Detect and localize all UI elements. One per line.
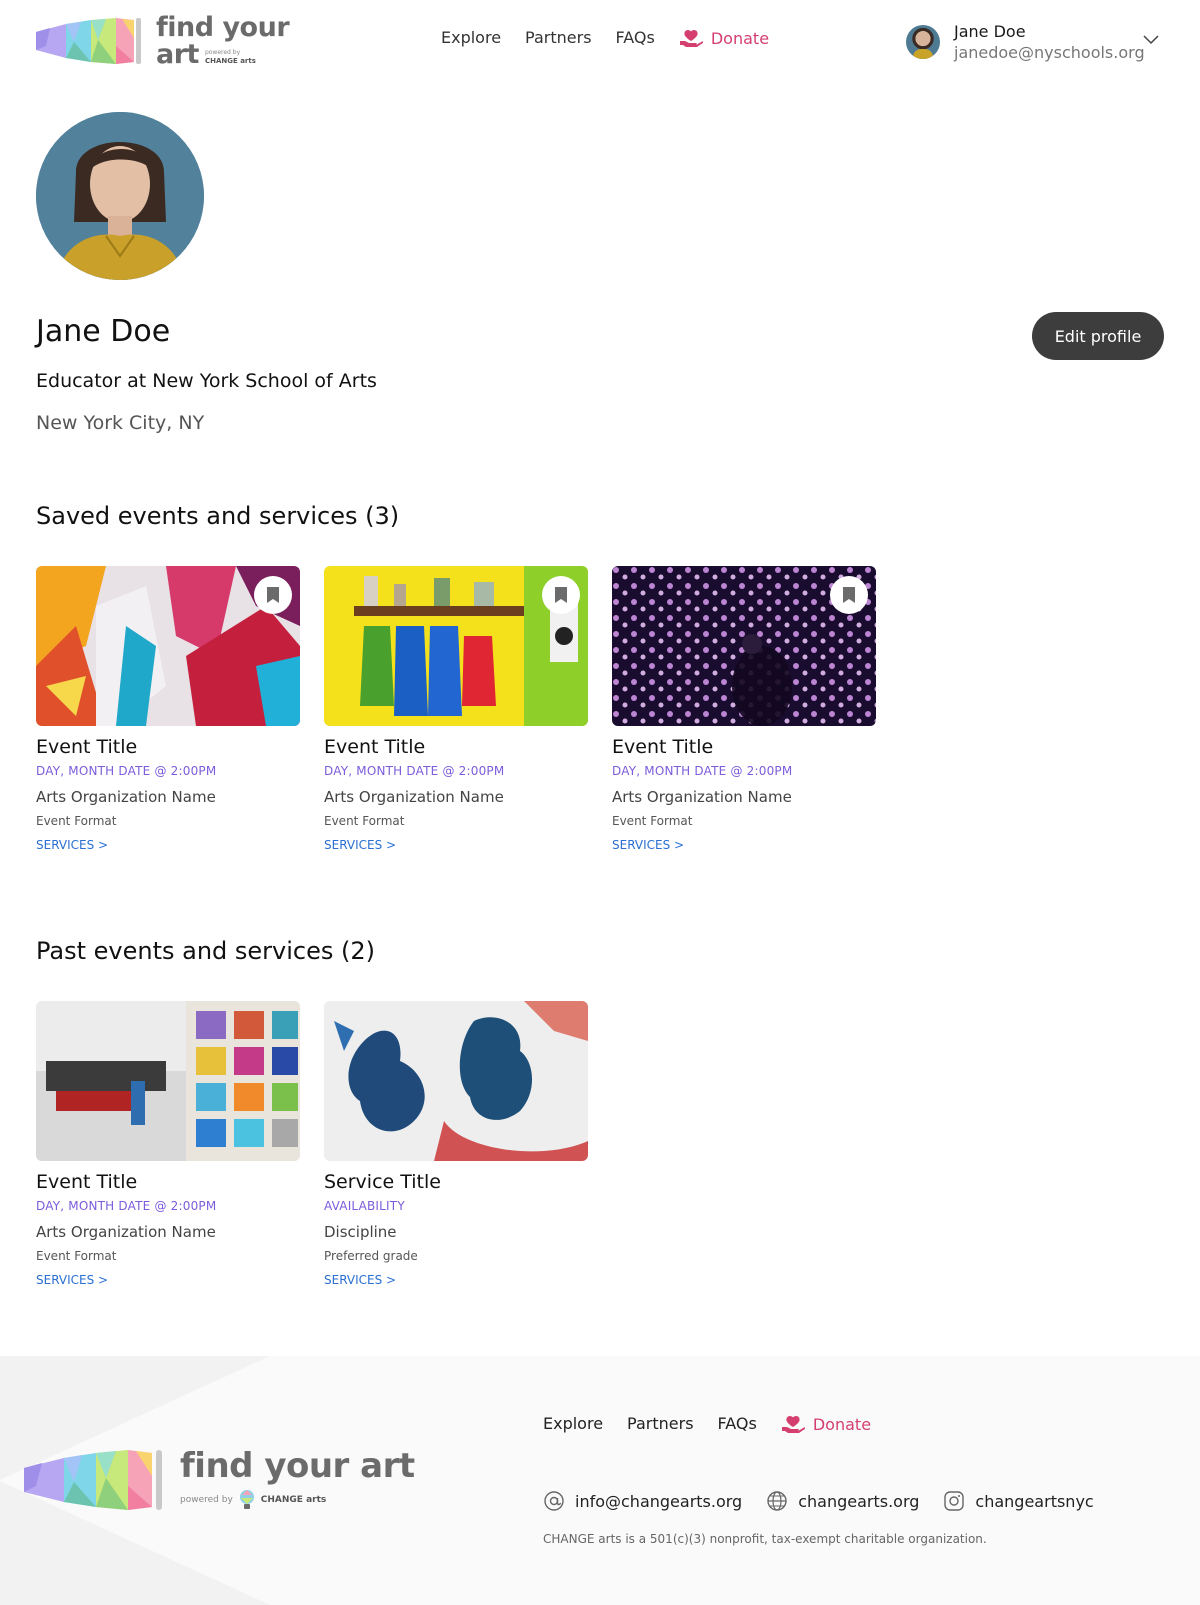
card-services-link[interactable]: SERVICES > (36, 1273, 300, 1287)
at-sign-icon (544, 1491, 564, 1511)
card-format: Event Format (36, 1249, 117, 1263)
past-card-1[interactable]: Event Title DAY, MONTH DATE @ 2:00PM Art… (36, 1001, 300, 1287)
globe-icon (767, 1491, 787, 1511)
nav-partners[interactable]: Partners (525, 28, 591, 48)
service-image (324, 1001, 588, 1161)
paintbrush-logo-icon (36, 18, 141, 64)
bookmark-button[interactable] (542, 576, 580, 614)
card-date: DAY, MONTH DATE @ 2:00PM (36, 764, 217, 778)
saved-card-3[interactable]: Event Title DAY, MONTH DATE @ 2:00PM Art… (612, 566, 876, 852)
find-your-art-logo[interactable]: find your art powered by CHANGE arts (36, 12, 290, 70)
heart-hand-icon (781, 1416, 805, 1433)
card-services-link[interactable]: SERVICES > (324, 1273, 588, 1287)
footer-nav-partners[interactable]: Partners (627, 1414, 693, 1434)
card-org: Arts Organization Name (36, 1223, 216, 1241)
profile-location: New York City, NY (36, 412, 205, 434)
logo-line1: find your (156, 12, 290, 43)
footer-contacts: info@changearts.org changearts.org chang… (543, 1490, 1094, 1512)
card-title[interactable]: Event Title (36, 1171, 300, 1193)
saved-section-title: Saved events and services (3) (36, 502, 400, 530)
edit-profile-button[interactable]: Edit profile (1032, 312, 1164, 360)
footer-nav: Explore Partners FAQs Donate (543, 1414, 871, 1434)
event-image (36, 1001, 300, 1161)
card-org: Arts Organization Name (36, 788, 216, 806)
footer-nonprofit-note: CHANGE arts is a 501(c)(3) nonprofit, ta… (543, 1532, 987, 1546)
card-date: DAY, MONTH DATE @ 2:00PM (36, 1199, 217, 1213)
card-services-link[interactable]: SERVICES > (324, 838, 588, 852)
heart-hand-icon (679, 30, 703, 47)
footer-logo[interactable]: find your art powered by CHANGE arts (24, 1448, 415, 1512)
user-menu[interactable]: Jane Doe janedoe@nyschools.org (906, 22, 1159, 62)
card-preferred-grade: Preferred grade (324, 1249, 418, 1263)
footer-brand: CHANGE arts (260, 1495, 327, 1505)
footer-instagram: changeartsnyc (975, 1491, 1094, 1511)
past-section-title: Past events and services (2) (36, 937, 376, 965)
nav-faqs[interactable]: FAQs (616, 28, 655, 48)
saved-card-2[interactable]: Event Title DAY, MONTH DATE @ 2:00PM Art… (324, 566, 588, 852)
lightbulb-icon (239, 1490, 254, 1509)
logo-brand-text: CHANGE arts (204, 56, 256, 65)
bookmark-icon (843, 587, 855, 603)
card-availability: AVAILABILITY (324, 1199, 405, 1213)
footer-instagram-link[interactable]: changeartsnyc (943, 1490, 1094, 1512)
logo-powered-by: powered by CHANGE arts (205, 49, 256, 65)
site-header: find your art powered by CHANGE arts Exp… (0, 0, 1200, 80)
footer-nav-donate[interactable]: Donate (781, 1414, 871, 1434)
event-image (324, 566, 588, 726)
footer-logo-text: find your art (180, 1446, 415, 1486)
bookmark-button[interactable] (830, 576, 868, 614)
card-services-link[interactable]: SERVICES > (36, 838, 300, 852)
instagram-icon (944, 1491, 965, 1511)
card-date: DAY, MONTH DATE @ 2:00PM (612, 764, 793, 778)
card-date: DAY, MONTH DATE @ 2:00PM (324, 764, 505, 778)
nav-donate-label: Donate (710, 28, 770, 48)
past-card-2[interactable]: Service Title AVAILABILITY Discipline Pr… (324, 1001, 588, 1287)
profile-role: Educator at New York School of Arts (36, 370, 377, 392)
card-format: Event Format (36, 814, 117, 828)
card-title[interactable]: Event Title (612, 736, 876, 758)
event-image (36, 566, 300, 726)
footer-email: info@changearts.org (575, 1491, 743, 1511)
footer-donate-label: Donate (812, 1414, 872, 1434)
chevron-down-icon[interactable] (1142, 34, 1160, 46)
card-title[interactable]: Event Title (324, 736, 588, 758)
saved-card-1[interactable]: Event Title DAY, MONTH DATE @ 2:00PM Art… (36, 566, 300, 852)
footer-website-link[interactable]: changearts.org (766, 1490, 919, 1512)
card-format: Event Format (324, 814, 405, 828)
footer-email-link[interactable]: info@changearts.org (543, 1490, 742, 1512)
bookmark-icon (267, 587, 279, 603)
card-title[interactable]: Service Title (324, 1171, 588, 1193)
profile-photo (36, 112, 204, 280)
logo-line2: art (156, 39, 199, 70)
site-footer: find your art powered by CHANGE arts Exp… (0, 1356, 1200, 1605)
user-name: Jane Doe (954, 22, 1026, 41)
bookmark-icon (555, 587, 567, 603)
footer-website: changearts.org (798, 1491, 920, 1511)
card-services-link[interactable]: SERVICES > (612, 838, 876, 852)
paintbrush-logo-icon (24, 1450, 162, 1510)
event-image (612, 566, 876, 726)
card-discipline: Discipline (324, 1223, 397, 1241)
card-format: Event Format (612, 814, 693, 828)
nav-explore[interactable]: Explore (441, 28, 501, 48)
main-nav: Explore Partners FAQs Donate (441, 28, 769, 48)
card-org: Arts Organization Name (612, 788, 792, 806)
footer-nav-faqs[interactable]: FAQs (718, 1414, 757, 1434)
card-org: Arts Organization Name (324, 788, 504, 806)
profile-name: Jane Doe (36, 314, 171, 349)
footer-nav-explore[interactable]: Explore (543, 1414, 603, 1434)
powered-by-text: powered by (204, 49, 241, 57)
nav-donate[interactable]: Donate (679, 28, 769, 48)
user-email: janedoe@nyschools.org (954, 43, 1145, 62)
user-avatar (906, 25, 940, 59)
bookmark-button[interactable] (254, 576, 292, 614)
card-title[interactable]: Event Title (36, 736, 300, 758)
footer-powered-by: powered by (180, 1495, 233, 1505)
